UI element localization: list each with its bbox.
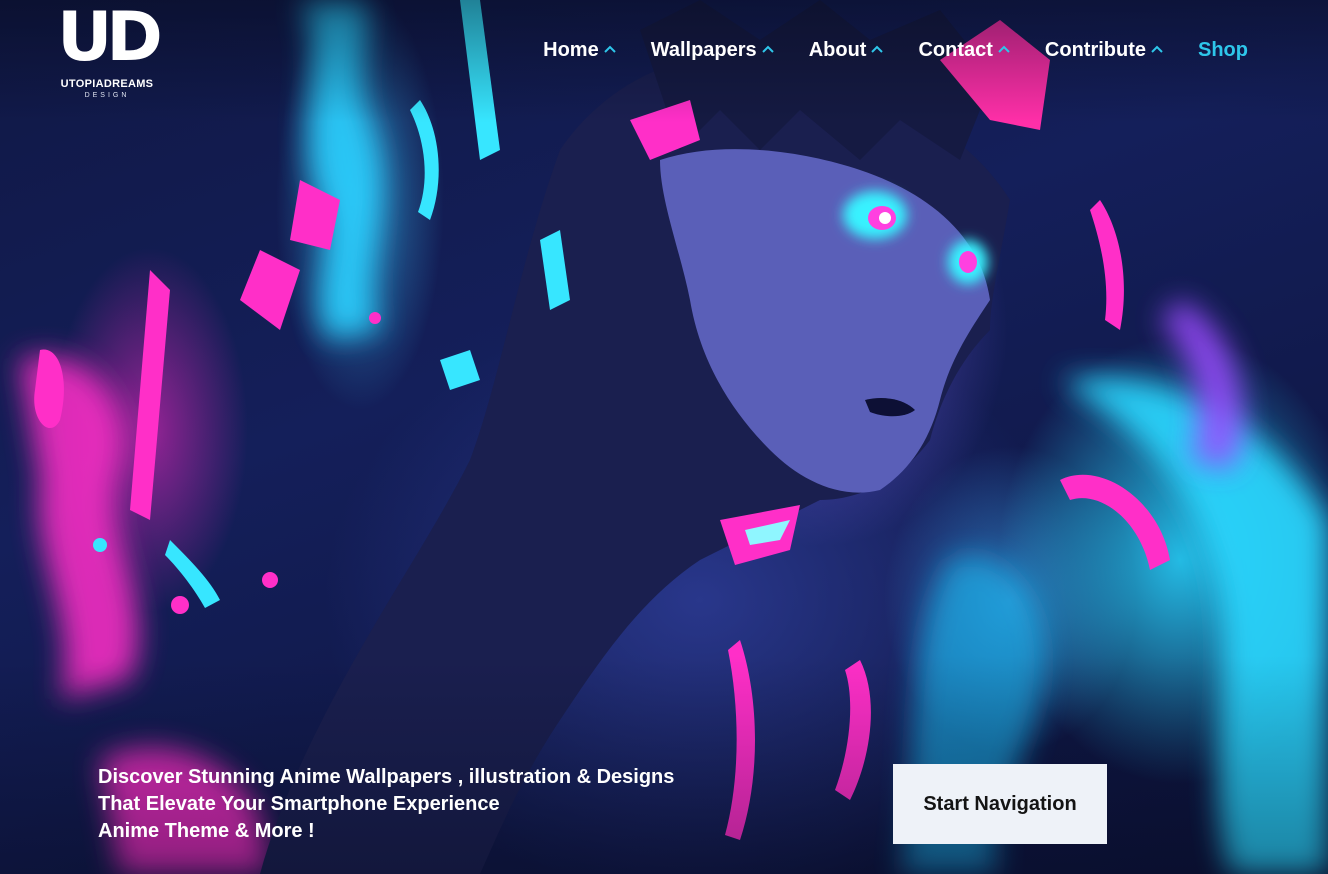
- start-navigation-button[interactable]: Start Navigation: [893, 764, 1107, 844]
- hero-section: UD UTOPIADREAMS DESIGN Home Wallpapers A…: [0, 0, 1328, 874]
- tagline-line: That Elevate Your Smartphone Experience: [98, 793, 500, 815]
- chevron-up-icon: [998, 45, 1010, 53]
- nav-label: Shop: [1198, 39, 1248, 61]
- nav-item-home[interactable]: Home: [543, 36, 617, 64]
- logo-mark: UD: [57, 0, 163, 77]
- chevron-up-icon: [1151, 45, 1163, 53]
- nav-item-about[interactable]: About: [809, 36, 885, 64]
- logo-subtitle: DESIGN: [84, 92, 130, 99]
- chevron-up-icon: [871, 45, 884, 53]
- tagline-line: Anime Theme & More !: [98, 820, 315, 842]
- nav-item-wallpapers[interactable]: Wallpapers: [651, 36, 775, 64]
- nav-item-contribute[interactable]: Contribute: [1045, 36, 1164, 64]
- hero-illustration: [20, 0, 1328, 874]
- nav-label: Contact: [918, 39, 993, 61]
- main-navigation: Home Wallpapers About Contact Contribute…: [509, 36, 1248, 64]
- nav-label: Home: [543, 39, 599, 61]
- nav-label: Contribute: [1044, 39, 1146, 61]
- nav-item-contact[interactable]: Contact: [918, 36, 1010, 64]
- logo-name: UTOPIADREAMS: [60, 78, 154, 90]
- tagline-line: Discover Stunning Anime Wallpapers , ill…: [98, 766, 675, 788]
- chevron-up-icon: [761, 45, 774, 53]
- brand-logo[interactable]: UD UTOPIADREAMS DESIGN: [34, 2, 180, 102]
- nav-label: About: [808, 39, 867, 61]
- chevron-up-icon: [604, 45, 616, 53]
- nav-item-shop[interactable]: Shop: [1198, 36, 1248, 64]
- hero-tagline: Discover Stunning Anime Wallpapers , ill…: [98, 764, 738, 845]
- nav-label: Wallpapers: [650, 39, 757, 61]
